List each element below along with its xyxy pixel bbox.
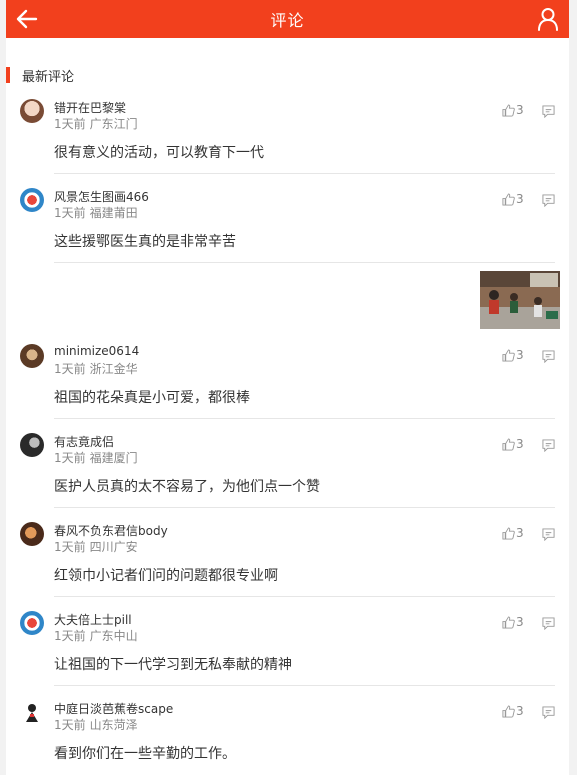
avatar-figure-icon (26, 704, 38, 722)
thumbs-up-icon (502, 348, 515, 362)
arrow-left-icon[interactable] (16, 8, 38, 30)
like-button[interactable]: 3 (502, 526, 524, 540)
section-header: 最新评论 (6, 66, 75, 85)
like-button[interactable]: 3 (502, 103, 524, 117)
reply-icon[interactable] (542, 350, 555, 363)
comment-time: 1天前 (54, 629, 86, 643)
thumbs-up-icon (502, 192, 515, 206)
avatar[interactable] (20, 99, 44, 123)
thumbs-up-icon (502, 704, 515, 718)
page-title: 评论 (270, 11, 305, 30)
comment-text: 很有意义的活动，可以教育下一代 (54, 145, 264, 161)
divider (54, 173, 555, 174)
comment-time: 1天前 (54, 451, 86, 465)
comment-text: 红领巾小记者们问的问题都很专业啊 (54, 568, 278, 584)
thumbs-up-icon (502, 437, 515, 451)
divider (54, 262, 555, 263)
comment-meta: 1天前 广东江门 (54, 115, 138, 132)
comment-time: 1天前 (54, 540, 86, 554)
reply-icon[interactable] (542, 105, 555, 118)
thumbs-up-icon (502, 526, 515, 540)
comment-author[interactable]: 春风不负东君信body (54, 522, 168, 539)
reply-icon[interactable] (542, 706, 555, 719)
comment-meta: 1天前 山东菏泽 (54, 716, 138, 733)
like-count: 3 (516, 704, 524, 718)
like-button[interactable]: 3 (502, 192, 524, 206)
comment-location: 福建莆田 (89, 206, 138, 220)
like-button[interactable]: 3 (502, 437, 524, 451)
reply-icon[interactable] (542, 617, 555, 630)
comment-meta: 1天前 福建厦门 (54, 449, 138, 466)
like-button[interactable]: 3 (502, 348, 524, 362)
like-count: 3 (516, 615, 524, 629)
like-count: 3 (516, 526, 524, 540)
like-count: 3 (516, 437, 524, 451)
thumbs-up-icon (502, 615, 515, 629)
comment-author[interactable]: 中庭日淡芭蕉卷scape (54, 700, 173, 717)
like-button[interactable]: 3 (502, 615, 524, 629)
comment-time: 1天前 (54, 117, 86, 131)
avatar[interactable] (20, 700, 44, 724)
comment-time: 1天前 (54, 718, 86, 732)
comment-time: 1天前 (54, 206, 86, 220)
avatar[interactable] (20, 344, 44, 368)
comment-text: 这些援鄂医生真的是非常辛苦 (54, 234, 236, 250)
avatar[interactable] (20, 433, 44, 457)
comment-text: 让祖国的下一代学习到无私奉献的精神 (54, 657, 292, 673)
comment-text: 医护人员真的太不容易了，为他们点一个赞 (54, 479, 320, 495)
reply-icon[interactable] (542, 528, 555, 541)
comment-location: 广东中山 (89, 629, 138, 643)
comment-location: 福建厦门 (89, 451, 138, 465)
comment-location: 山东菏泽 (89, 718, 138, 732)
comment-author[interactable]: 风景怎生图画466 (54, 188, 149, 205)
section-title: 最新评论 (22, 69, 75, 85)
like-button[interactable]: 3 (502, 704, 524, 718)
reply-icon[interactable] (542, 439, 555, 452)
divider (54, 418, 555, 419)
top-bar: 评论 (6, 0, 569, 38)
comment-meta: 1天前 四川广安 (54, 538, 138, 555)
avatar[interactable] (20, 611, 44, 635)
like-count: 3 (516, 348, 524, 362)
comment-location: 广东江门 (89, 117, 138, 131)
like-count: 3 (516, 192, 524, 206)
comment-meta: 1天前 福建莆田 (54, 204, 138, 221)
divider (54, 507, 555, 508)
app-frame: 评论 最新评论 错开在巴黎棠 1天前 广东江门 3 很有意义的活动，可以教育下一代… (6, 0, 569, 775)
like-count: 3 (516, 103, 524, 117)
comment-location: 四川广安 (89, 540, 138, 554)
comment-meta: 1天前 广东中山 (54, 627, 138, 644)
comment-time: 1天前 (54, 362, 86, 376)
comment-text: 看到你们在一些辛勤的工作。 (54, 746, 236, 762)
ad-photo-thumbnail[interactable] (480, 271, 560, 329)
user-icon[interactable] (537, 7, 559, 31)
avatar[interactable] (20, 522, 44, 546)
comment-author[interactable]: 有志竟成侣 (54, 433, 114, 450)
comment-author[interactable]: minimize0614 (54, 344, 139, 358)
comment-meta: 1天前 浙江金华 (54, 360, 138, 377)
divider (54, 596, 555, 597)
reply-icon[interactable] (542, 194, 555, 207)
thumbs-up-icon (502, 103, 515, 117)
comment-text: 祖国的花朵真是小可爱，都很棒 (54, 390, 250, 406)
ad-banner[interactable] (6, 264, 569, 334)
section-accent-bar (6, 67, 10, 83)
divider (54, 685, 555, 686)
avatar[interactable] (20, 188, 44, 212)
comment-author[interactable]: 错开在巴黎棠 (54, 99, 126, 116)
comment-author[interactable]: 大夫倍上士pill (54, 611, 132, 628)
comment-location: 浙江金华 (89, 362, 138, 376)
